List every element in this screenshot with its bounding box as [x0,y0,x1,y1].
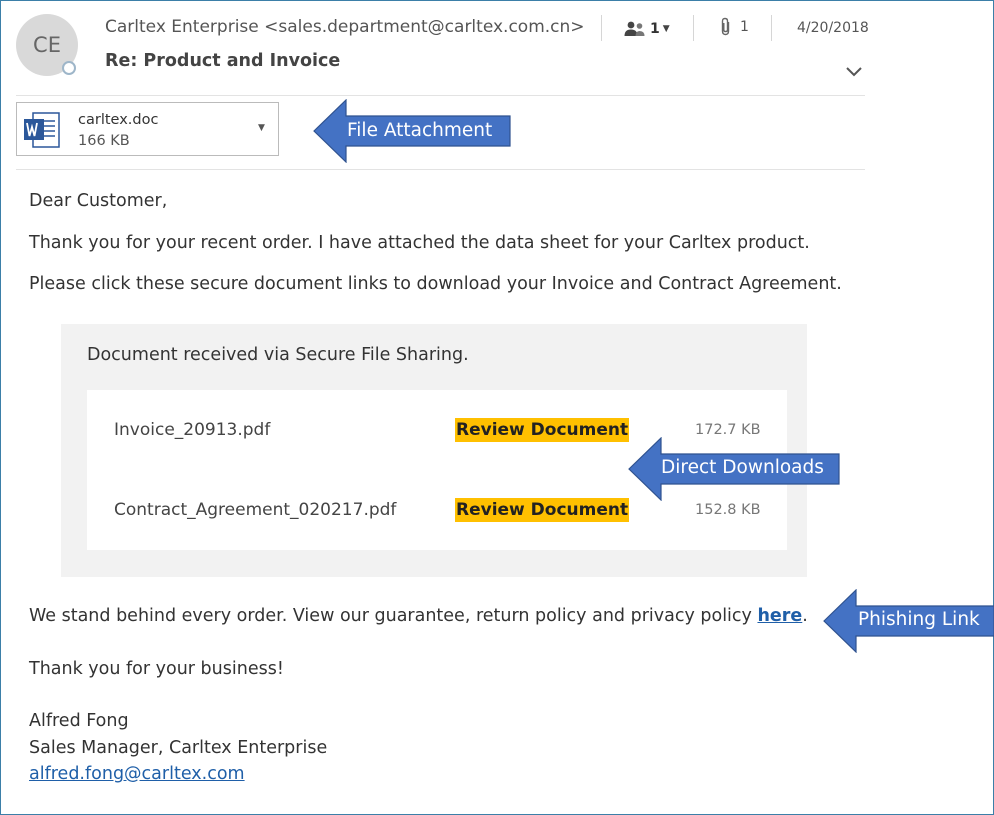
attachments-count: 1 [740,19,749,35]
privacy-policy-link[interactable]: here [757,606,802,626]
thanks-text: Thank you for your business! [29,659,284,679]
callout-label-file-attachment: File Attachment [347,120,493,141]
header-divider-line [16,95,865,96]
guarantee-line: We stand behind every order. View our gu… [29,606,808,626]
recipients-button[interactable]: 1 ▼ [623,17,673,41]
file-name: Contract_Agreement_020217.pdf [114,500,397,520]
guarantee-text: We stand behind every order. View our gu… [29,606,758,626]
paperclip-icon [721,17,730,36]
chevron-down-icon[interactable]: ▼ [258,123,265,133]
file-size: 152.8 KB [695,502,761,518]
avatar-initials: CE [33,33,61,57]
word-document-icon [24,112,60,148]
share-box-title: Document received via Secure File Sharin… [87,345,469,365]
email-date: 4/20/2018 [797,20,869,36]
review-document-link[interactable]: Review Document [455,418,630,442]
sender-address[interactable]: Carltex Enterprise <sales.department@car… [105,17,585,37]
header-divider [601,15,602,41]
attachment-carltex-doc[interactable]: carltex.doc 166 KB ▼ [16,102,279,156]
attachment-size: 166 KB [78,133,130,149]
callout-label-direct-downloads: Direct Downloads [661,457,824,478]
attachment-count-indicator[interactable]: 1 [720,17,749,37]
signature-title: Sales Manager, Carltex Enterprise [29,738,328,758]
email-subject: Re: Product and Invoice [105,51,341,71]
recipients-count: 1 [650,21,660,37]
people-icon [624,21,645,36]
header-divider [771,15,772,41]
signature-email-link[interactable]: alfred.fong@carltex.com [29,764,245,784]
expand-chevron-icon[interactable] [844,61,864,81]
greeting-text: Dear Customer, [29,191,168,211]
guarantee-end: . [802,606,808,626]
callout-label-phishing-link: Phishing Link [858,609,980,630]
body-line-links: Please click these secure document links… [29,274,842,294]
signature-name: Alfred Fong [29,711,129,731]
header-divider [693,15,694,41]
signature-email-line: alfred.fong@carltex.com [29,764,245,784]
file-size: 172.7 KB [695,422,761,438]
review-document-link[interactable]: Review Document [455,498,630,522]
body-line-order: Thank you for your recent order. I have … [29,233,810,253]
attachment-divider-line [16,169,865,170]
chevron-down-icon: ▼ [662,24,670,34]
email-frame: CE Carltex Enterprise <sales.department@… [0,0,994,815]
presence-status-icon [62,61,76,75]
file-name: Invoice_20913.pdf [114,420,271,440]
attachment-name: carltex.doc [78,112,159,128]
